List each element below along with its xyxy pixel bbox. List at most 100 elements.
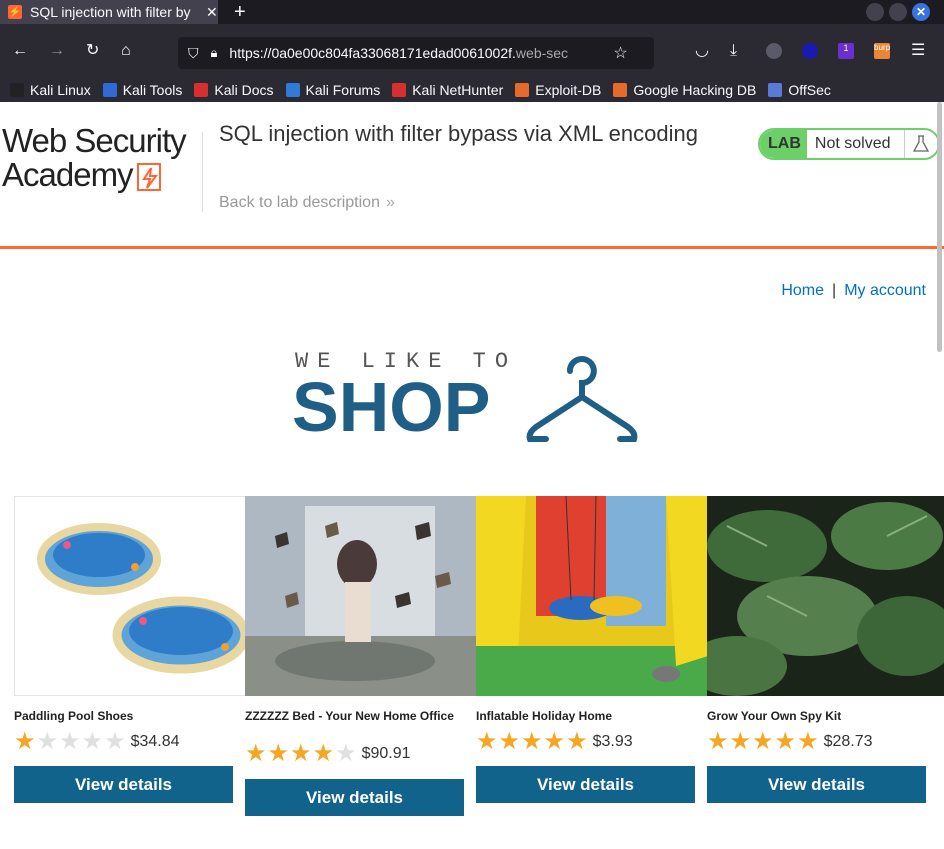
burp-extension-icon[interactable]: burp <box>874 43 890 59</box>
new-tab-button[interactable]: + <box>234 1 246 23</box>
product-image-paddling-pool[interactable] <box>14 496 247 696</box>
extension-cursor-icon[interactable] <box>766 43 782 59</box>
star-filled-icon: ★ <box>729 728 752 755</box>
shop-logo: WE LIKE TO SHOP <box>292 347 652 447</box>
star-filled-icon: ★ <box>543 728 566 755</box>
back-to-lab-link[interactable]: Back to lab description» <box>219 194 395 212</box>
bookmark-item[interactable]: Kali Forums <box>285 82 381 98</box>
star-empty-icon: ★ <box>59 728 81 755</box>
star-filled-icon: ★ <box>267 740 290 767</box>
bookmark-item[interactable]: OffSec <box>768 82 831 98</box>
home-icon[interactable]: ⌂ <box>121 43 131 59</box>
star-filled-icon: ★ <box>566 728 588 755</box>
star-filled-icon: ★ <box>312 740 335 767</box>
tab-title: SQL injection with filter by <box>30 4 191 20</box>
extension-badge-icon[interactable]: 1 <box>838 43 854 59</box>
bookmark-item[interactable]: Kali Tools <box>102 82 183 98</box>
product-rating: ★★★★★ $34.84 <box>14 730 180 754</box>
product-price: $90.91 <box>361 745 411 762</box>
star-rating: ★★★★★ <box>707 730 820 754</box>
flask-icon <box>905 135 937 153</box>
product-card: Paddling Pool Shoes ★★★★★ $34.84 View de… <box>14 496 247 803</box>
lab-title: SQL injection with filter bypass via XML… <box>219 121 698 146</box>
view-details-button[interactable]: View details <box>245 779 464 816</box>
star-filled-icon: ★ <box>752 728 774 755</box>
star-filled-icon: ★ <box>476 728 498 755</box>
product-name: Inflatable Holiday Home <box>476 709 613 723</box>
minimize-button[interactable] <box>866 3 884 21</box>
product-card: ZZZZZZ Bed - Your New Home Office ★★★★★ … <box>245 496 477 816</box>
lightning-logo-icon <box>136 163 161 192</box>
bookmark-favicon-icon <box>613 83 628 97</box>
logo-line-1: Web Security <box>2 122 187 159</box>
bookmark-label: Kali Tools <box>122 82 183 98</box>
my-account-link[interactable]: My account <box>844 282 926 299</box>
star-rating: ★★★★★ <box>14 730 127 754</box>
product-image-inflatable-home[interactable] <box>476 496 708 696</box>
product-rating: ★★★★★ $28.73 <box>707 730 873 754</box>
web-page: Web Security Academy SQL injection with … <box>0 102 944 849</box>
star-filled-icon: ★ <box>521 728 543 755</box>
forward-arrow-icon[interactable]: → <box>49 43 65 59</box>
bookmark-favicon-icon <box>392 83 407 97</box>
view-details-button[interactable]: View details <box>476 766 695 803</box>
double-chevron-icon: » <box>385 194 395 211</box>
tab-bar: ⚡ SQL injection with filter by ✕ + ✕ <box>0 0 944 24</box>
bookmark-label: Kali Forums <box>305 82 381 98</box>
shield-icon[interactable]: ⛉ <box>188 45 199 62</box>
bookmark-item[interactable]: Exploit-DB <box>515 82 601 98</box>
header-divider <box>202 132 203 212</box>
bookmark-item[interactable]: Kali Docs <box>194 82 274 98</box>
bookmark-label: Exploit-DB <box>535 82 602 98</box>
bookmark-item[interactable]: Kali Linux <box>10 82 91 98</box>
extension-pointer-icon[interactable] <box>802 43 818 59</box>
star-empty-icon: ★ <box>36 728 59 755</box>
view-details-button[interactable]: View details <box>14 766 233 803</box>
star-rating: ★★★★★ <box>245 742 358 766</box>
home-link[interactable]: Home <box>781 282 824 299</box>
back-arrow-icon[interactable]: ← <box>12 43 28 59</box>
close-window-button[interactable]: ✕ <box>912 3 930 21</box>
product-name: Paddling Pool Shoes <box>14 709 134 723</box>
star-filled-icon: ★ <box>774 728 797 755</box>
url-text[interactable]: https://0a0e00c804fa33068171edad0061002f… <box>229 45 609 61</box>
browser-tab[interactable]: ⚡ SQL injection with filter by ✕ <box>0 0 218 24</box>
lab-badge: LAB <box>760 130 807 158</box>
product-grid: Paddling Pool Shoes ★★★★★ $34.84 View de… <box>14 496 944 826</box>
bookmark-item[interactable]: Kali NetHunter <box>392 82 503 98</box>
lab-header: Web Security Academy SQL injection with … <box>0 102 944 249</box>
star-filled-icon: ★ <box>498 728 521 755</box>
product-name: ZZZZZZ Bed - Your New Home Office <box>245 709 454 723</box>
product-image-spy-kit[interactable] <box>707 496 944 696</box>
bookmark-favicon-icon <box>768 83 783 97</box>
bookmark-favicon-icon <box>10 83 24 97</box>
logo-line-2: Academy <box>2 158 186 192</box>
bookmark-label: Google Hacking DB <box>633 82 757 98</box>
reload-icon[interactable]: ↻ <box>86 43 99 59</box>
star-filled-icon: ★ <box>290 740 312 767</box>
web-security-academy-logo[interactable]: Web Security Academy <box>2 122 187 192</box>
product-image-bed[interactable] <box>245 496 477 696</box>
product-card: Inflatable Holiday Home ★★★★★ $3.93 View… <box>476 496 708 803</box>
bookmark-star-icon[interactable]: ☆ <box>613 43 627 63</box>
lightning-icon: ⚡ <box>8 5 22 19</box>
pocket-icon[interactable]: ◡ <box>695 43 709 59</box>
url-bar[interactable]: ⛉ 🔒︎ https://0a0e00c804fa33068171edad006… <box>178 37 654 69</box>
product-price: $34.84 <box>130 733 180 750</box>
view-details-button[interactable]: View details <box>707 766 926 803</box>
download-icon[interactable]: ⤓ <box>730 43 737 59</box>
product-price: $3.93 <box>592 733 633 750</box>
bookmark-favicon-icon <box>515 83 530 97</box>
menu-icon[interactable]: ☰ <box>911 43 925 59</box>
product-card: Grow Your Own Spy Kit ★★★★★ $28.73 View … <box>707 496 944 803</box>
bookmark-label: OffSec <box>788 82 831 98</box>
close-tab-icon[interactable]: ✕ <box>206 4 218 21</box>
star-filled-icon: ★ <box>14 728 36 755</box>
product-rating: ★★★★★ $90.91 <box>245 742 411 766</box>
bookmark-item[interactable]: Google Hacking DB <box>613 82 756 98</box>
maximize-button[interactable] <box>889 3 907 21</box>
page-scrollbar[interactable] <box>937 102 942 352</box>
bookmark-favicon-icon <box>285 83 300 97</box>
lock-icon[interactable]: 🔒︎ <box>211 45 218 61</box>
star-filled-icon: ★ <box>245 740 267 767</box>
